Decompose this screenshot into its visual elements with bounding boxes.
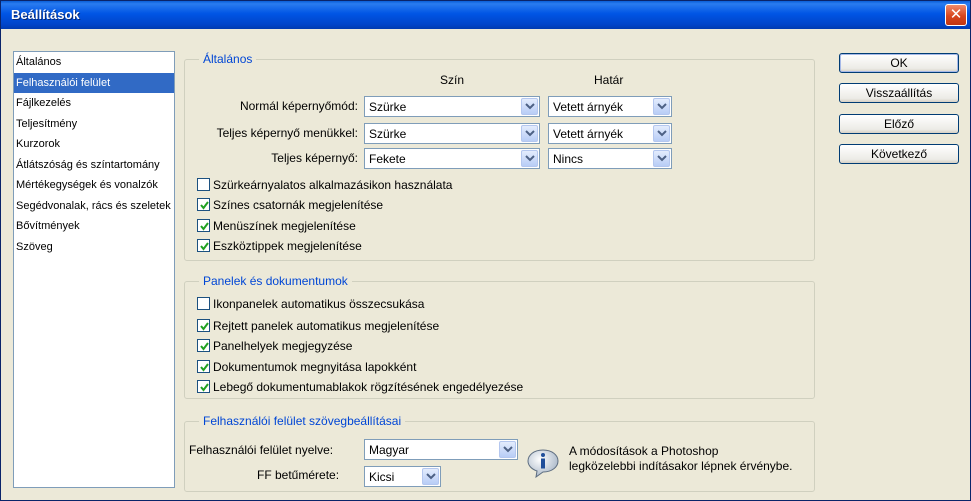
category-list: Általános Felhasználói felület Fájlkezel… <box>13 51 175 488</box>
close-button[interactable]: ✕ <box>945 4 967 26</box>
checkbox-label: Ikonpanelek automatikus összecsukása <box>213 297 425 311</box>
ok-button[interactable]: OK <box>839 53 959 73</box>
chevron-down-icon <box>422 468 439 485</box>
panels-group-title: Panelek és dokumentumok <box>199 274 352 288</box>
normal-screen-border-value: Vetett árnyék <box>553 100 624 114</box>
full-screen-border-value: Nincs <box>553 152 584 166</box>
ui-language-select[interactable]: Magyar <box>364 439 518 460</box>
nav-item-units-rulers[interactable]: Mértékegységek és vonalzók <box>14 175 174 196</box>
checkmark-icon <box>197 219 210 232</box>
menu-colors-checkbox[interactable]: Menüszínek megjelenítése <box>197 219 356 235</box>
settings-dialog: Beállítások ✕ Általános Felhasználói fel… <box>0 0 971 501</box>
checkbox-label: Dokumentumok megnyitása lapokként <box>213 360 417 374</box>
general-group-title: Általános <box>199 52 257 66</box>
floating-window-docking-checkbox[interactable]: Lebegő dokumentumablakok rögzítésének en… <box>197 380 523 396</box>
chevron-down-icon <box>653 150 670 167</box>
restart-notice-line1: A módosítások a Photoshop <box>569 444 719 458</box>
ui-language-label: Felhasználói felület nyelve: <box>189 443 334 457</box>
ui-font-size-label: FF betűmérete: <box>257 468 340 482</box>
checkmark-icon <box>197 380 210 393</box>
reset-button[interactable]: Visszaállítás <box>839 83 959 103</box>
checkbox-label: Rejtett panelek automatikus megjelenítés… <box>213 319 440 333</box>
full-screen-label: Teljes képernyő: <box>271 151 358 165</box>
nav-item-general[interactable]: Általános <box>14 52 174 73</box>
restart-notice-line2: legközelebbi indításakor lépnek érvénybe… <box>569 459 793 473</box>
checkbox-label: Menüszínek megjelenítése <box>213 219 356 233</box>
border-column-header: Határ <box>594 73 624 87</box>
nav-item-transparency-gamut[interactable]: Átlátszóság és színtartomány <box>14 155 174 176</box>
auto-collapse-panels-checkbox[interactable]: Ikonpanelek automatikus összecsukása <box>197 297 424 313</box>
normal-screen-border-select[interactable]: Vetett árnyék <box>548 96 672 117</box>
normal-screen-label: Normál képernyőmód: <box>239 99 358 113</box>
full-screen-menus-border-value: Vetett árnyék <box>553 127 624 141</box>
checkmark-icon <box>197 198 210 211</box>
checkmark-icon <box>197 319 210 332</box>
checkbox-label: Szürkeárnyalatos alkalmazásikon használa… <box>213 178 453 192</box>
nav-item-type[interactable]: Szöveg <box>14 237 174 258</box>
normal-screen-color-select[interactable]: Szürke <box>364 96 540 117</box>
ui-language-value: Magyar <box>369 443 410 457</box>
close-icon: ✕ <box>949 6 963 23</box>
checkmark-icon <box>197 360 210 373</box>
ui-text-group-title: Felhasználói felület szövegbeállításai <box>199 414 406 428</box>
grayscale-icon-checkbox[interactable]: Szürkeárnyalatos alkalmazásikon használa… <box>197 178 452 194</box>
checkbox-label: Eszköztippek megjelenítése <box>213 239 362 253</box>
chevron-down-icon <box>653 98 670 115</box>
full-screen-border-select[interactable]: Nincs <box>548 148 672 169</box>
checkmark-icon <box>197 239 210 252</box>
checkbox-unchecked-icon <box>197 297 210 310</box>
nav-item-performance[interactable]: Teljesítmény <box>14 114 174 135</box>
window-title: Beállítások <box>11 7 80 22</box>
auto-show-hidden-panels-checkbox[interactable]: Rejtett panelek automatikus megjelenítés… <box>197 319 439 335</box>
full-screen-menus-color-select[interactable]: Szürke <box>364 123 540 144</box>
full-screen-menus-color-value: Szürke <box>369 127 407 141</box>
nav-item-plugins[interactable]: Bővítmények <box>14 216 174 237</box>
checkmark-icon <box>197 339 210 352</box>
ui-font-size-select[interactable]: Kicsi <box>364 466 441 487</box>
checkbox-unchecked-icon <box>197 178 210 191</box>
restart-notice: A módosítások a Photoshop legközelebbi i… <box>569 444 792 474</box>
chevron-down-icon <box>653 125 670 142</box>
color-channels-checkbox[interactable]: Színes csatornák megjelenítése <box>197 198 383 214</box>
title-bar[interactable]: Beállítások ✕ <box>1 1 970 29</box>
checkbox-label: Színes csatornák megjelenítése <box>213 198 384 212</box>
checkbox-label: Lebegő dokumentumablakok rögzítésének en… <box>213 380 524 394</box>
open-docs-as-tabs-checkbox[interactable]: Dokumentumok megnyitása lapokként <box>197 360 416 376</box>
nav-item-file-handling[interactable]: Fájlkezelés <box>14 93 174 114</box>
nav-item-user-interface[interactable]: Felhasználói felület <box>14 72 174 93</box>
color-column-header: Szín <box>440 73 465 87</box>
normal-screen-color-value: Szürke <box>369 100 407 114</box>
info-icon <box>527 449 559 478</box>
full-screen-color-select[interactable]: Fekete <box>364 148 540 169</box>
checkbox-label: Panelhelyek megjegyzése <box>213 339 353 353</box>
previous-button[interactable]: Előző <box>839 114 959 134</box>
remember-panel-locations-checkbox[interactable]: Panelhelyek megjegyzése <box>197 339 352 355</box>
next-button[interactable]: Következő <box>839 144 959 164</box>
chevron-down-icon <box>521 125 538 142</box>
full-screen-menus-border-select[interactable]: Vetett árnyék <box>548 123 672 144</box>
chevron-down-icon <box>499 441 516 458</box>
full-screen-color-value: Fekete <box>369 152 406 166</box>
ui-font-size-value: Kicsi <box>369 470 395 484</box>
nav-item-guides-grid-slices[interactable]: Segédvonalak, rács és szeletek <box>14 196 174 217</box>
tooltips-checkbox[interactable]: Eszköztippek megjelenítése <box>197 239 362 255</box>
chevron-down-icon <box>521 150 538 167</box>
nav-item-cursors[interactable]: Kurzorok <box>14 134 174 155</box>
chevron-down-icon <box>521 98 538 115</box>
full-screen-menus-label: Teljes képernyő menükkel: <box>216 126 358 140</box>
